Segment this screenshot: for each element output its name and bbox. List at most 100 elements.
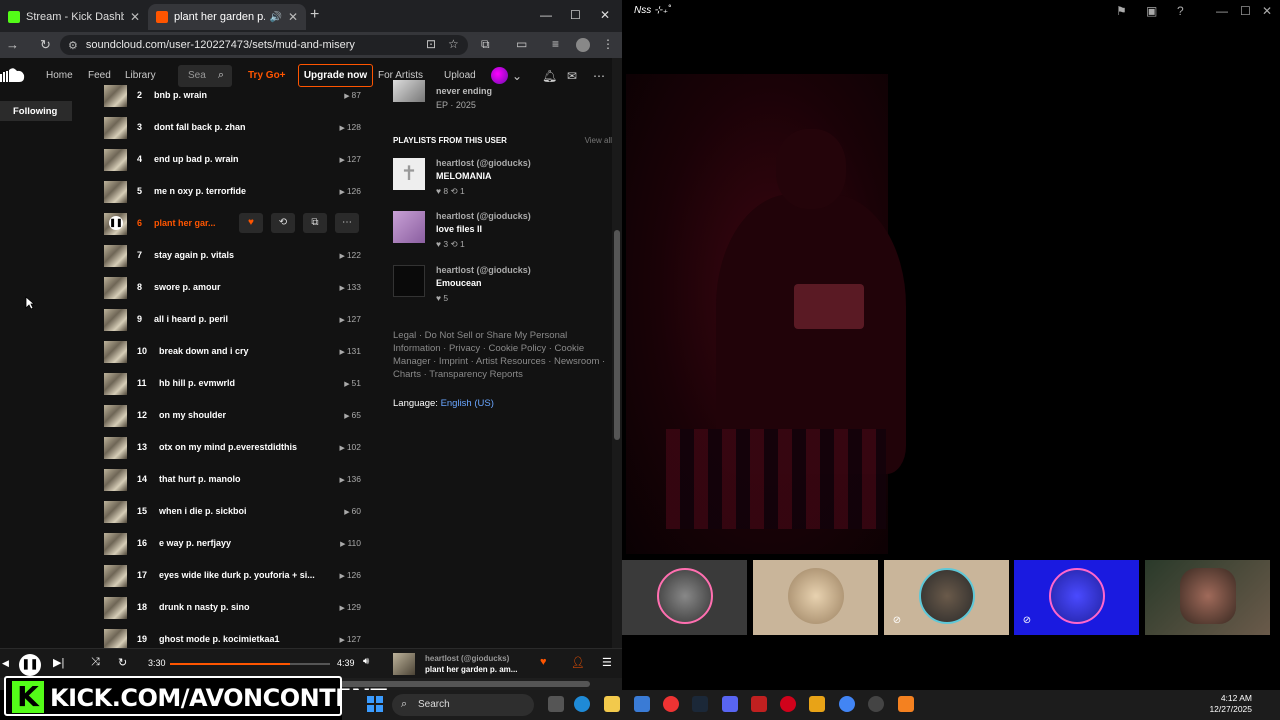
participant-tile[interactable] (622, 560, 747, 635)
chrome-icon[interactable] (663, 696, 679, 712)
track-artwork[interactable] (104, 437, 127, 459)
now-playing-owner[interactable]: heartlost (@gioducks) (425, 654, 509, 663)
track-row[interactable]: 12 on my shoulder 65 (104, 400, 366, 432)
playlist-item[interactable]: heartlost (@gioducks) Emoucean ♥ 5 (393, 265, 615, 315)
reload-icon[interactable]: ↻ (40, 37, 51, 53)
language-link[interactable]: English (US) (441, 398, 494, 409)
shuffle-icon[interactable]: ⤨ (91, 656, 100, 669)
track-title[interactable]: stay again p. vitals (154, 250, 234, 260)
track-artwork[interactable] (104, 149, 127, 171)
track-title[interactable]: when i die p. sickboi (159, 506, 247, 516)
playlist-owner[interactable]: heartlost (@gioducks) (436, 211, 531, 221)
footer-links[interactable]: Legal · Do Not Sell or Share My Personal… (393, 329, 615, 381)
extensions-icon[interactable]: ⧉ (481, 37, 490, 52)
soundcloud-logo-icon[interactable] (0, 66, 26, 84)
tab-soundcloud[interactable]: plant her garden p. amour 🔊 ✕ (148, 4, 306, 30)
track-title[interactable]: eyes wide like durk p. youforia + si... (159, 570, 315, 580)
ep-artwork[interactable] (393, 80, 425, 102)
track-artwork[interactable] (104, 85, 127, 107)
minimize-button[interactable]: — (540, 8, 552, 22)
track-artwork[interactable] (104, 181, 127, 203)
following-button[interactable]: Following (0, 101, 72, 121)
maximize-button[interactable]: ☐ (1240, 4, 1251, 18)
track-artwork[interactable] (104, 309, 127, 331)
close-window-button[interactable]: ✕ (1262, 4, 1272, 18)
track-title[interactable]: plant her gar... (154, 218, 216, 228)
speaker-icon[interactable]: 🔊 (269, 12, 281, 23)
view-all-link[interactable]: View all (585, 136, 612, 145)
track-title[interactable]: hb hill p. evmwrld (159, 378, 235, 388)
participant-tile[interactable] (753, 560, 878, 635)
cloudflare-icon[interactable] (898, 696, 914, 712)
nav-upload[interactable]: Upload (444, 70, 476, 81)
notifications-bell-icon[interactable]: 🔔︎ (542, 69, 557, 83)
taskbar-search[interactable]: ⌕ Search (392, 694, 534, 716)
menu-dots-icon[interactable]: ⋮ (602, 37, 614, 51)
track-row[interactable]: 18 drunk n nasty p. sino 129 (104, 592, 366, 624)
playlist-name[interactable]: love files II (436, 224, 482, 234)
track-artwork[interactable] (104, 597, 127, 619)
track-artwork[interactable] (104, 117, 127, 139)
file-explorer-icon[interactable] (604, 696, 620, 712)
bookmark-star-icon[interactable]: ☆ (448, 37, 459, 51)
nav-home[interactable]: Home (46, 70, 73, 81)
tab-kick-dashboard[interactable]: Stream - Kick Dashboard ✕ (0, 4, 148, 30)
track-title[interactable]: end up bad p. wrain (154, 154, 239, 164)
more-dots-icon[interactable]: ⋯ (593, 69, 605, 83)
messages-icon[interactable]: ✉ (567, 69, 577, 83)
repeat-icon[interactable]: ↻ (118, 656, 127, 669)
obs-icon[interactable] (868, 696, 884, 712)
queue-icon[interactable]: ☰ (602, 656, 612, 669)
participant-tile[interactable] (1145, 560, 1270, 635)
close-tab-icon[interactable]: ✕ (288, 10, 298, 24)
previous-icon[interactable]: ◀ (2, 658, 9, 669)
playlist-artwork[interactable]: ✝ (393, 158, 425, 190)
track-artwork[interactable] (104, 341, 127, 363)
track-row[interactable]: 11 hb hill p. evmwrld 51 (104, 368, 366, 400)
cast-icon[interactable]: ▭ (516, 37, 527, 51)
track-title[interactable]: me n oxy p. terrorfide (154, 186, 246, 196)
close-window-button[interactable]: ✕ (600, 8, 610, 22)
track-row[interactable]: 4 end up bad p. wrain 127 (104, 144, 366, 176)
track-row[interactable]: 7 stay again p. vitals 122 (104, 240, 366, 272)
track-row[interactable]: 16 e way p. nerfjayy 110 (104, 528, 366, 560)
track-artwork[interactable] (104, 501, 127, 523)
track-title[interactable]: bnb p. wrain (154, 90, 207, 100)
site-info-icon[interactable]: ⚙ (68, 39, 78, 52)
user-avatar[interactable] (491, 67, 508, 84)
track-row[interactable]: 14 that hurt p. manolo 136 (104, 464, 366, 496)
track-title[interactable]: dont fall back p. zhan (154, 122, 246, 132)
discord-icon[interactable] (722, 696, 738, 712)
track-title[interactable]: that hurt p. manolo (159, 474, 241, 484)
track-row[interactable]: 13 otx on my mind p.everestdidthis 102 (104, 432, 366, 464)
track-title[interactable]: on my shoulder (159, 410, 226, 420)
playlist-name[interactable]: MELOMANIA (436, 171, 492, 181)
playlist-owner[interactable]: heartlost (@gioducks) (436, 158, 531, 168)
track-row[interactable]: 8 swore p. amour 133 (104, 272, 366, 304)
pause-button[interactable]: ❚❚ (19, 654, 41, 676)
like-heart-icon[interactable]: ♥ (239, 213, 263, 233)
maximize-button[interactable]: ☐ (570, 8, 581, 22)
track-artwork[interactable] (104, 373, 127, 395)
new-tab-button[interactable]: + (310, 6, 319, 24)
track-artwork[interactable] (104, 277, 127, 299)
track-row[interactable]: 2 bnb p. wrain 87 (104, 80, 366, 112)
track-artwork[interactable] (104, 533, 127, 555)
system-clock[interactable]: 4:12 AM 12/27/2025 (1209, 693, 1252, 715)
track-title[interactable]: ghost mode p. kocimietkaa1 (159, 634, 280, 644)
task-view-icon[interactable] (548, 696, 564, 712)
app-icon[interactable] (809, 696, 825, 712)
track-artwork[interactable] (104, 469, 127, 491)
forward-icon[interactable]: → (6, 37, 19, 52)
track-row[interactable]: 3 dont fall back p. zhan 128 (104, 112, 366, 144)
playlist-item[interactable]: heartlost (@gioducks) love files II ♥ 3 … (393, 211, 615, 261)
playlist-item[interactable]: ✝ heartlost (@gioducks) MELOMANIA ♥ 8 ⟲ … (393, 158, 615, 208)
track-title[interactable]: swore p. amour (154, 282, 221, 292)
media-icon[interactable]: ≡ (552, 37, 559, 51)
chevron-down-icon[interactable]: ⌄ (512, 69, 522, 83)
track-title[interactable]: all i heard p. peril (154, 314, 228, 324)
now-playing-artwork[interactable] (393, 653, 415, 675)
windows-start-icon[interactable] (367, 696, 383, 712)
steam-icon[interactable] (692, 696, 708, 712)
next-track-icon[interactable]: ▶| (53, 656, 64, 669)
